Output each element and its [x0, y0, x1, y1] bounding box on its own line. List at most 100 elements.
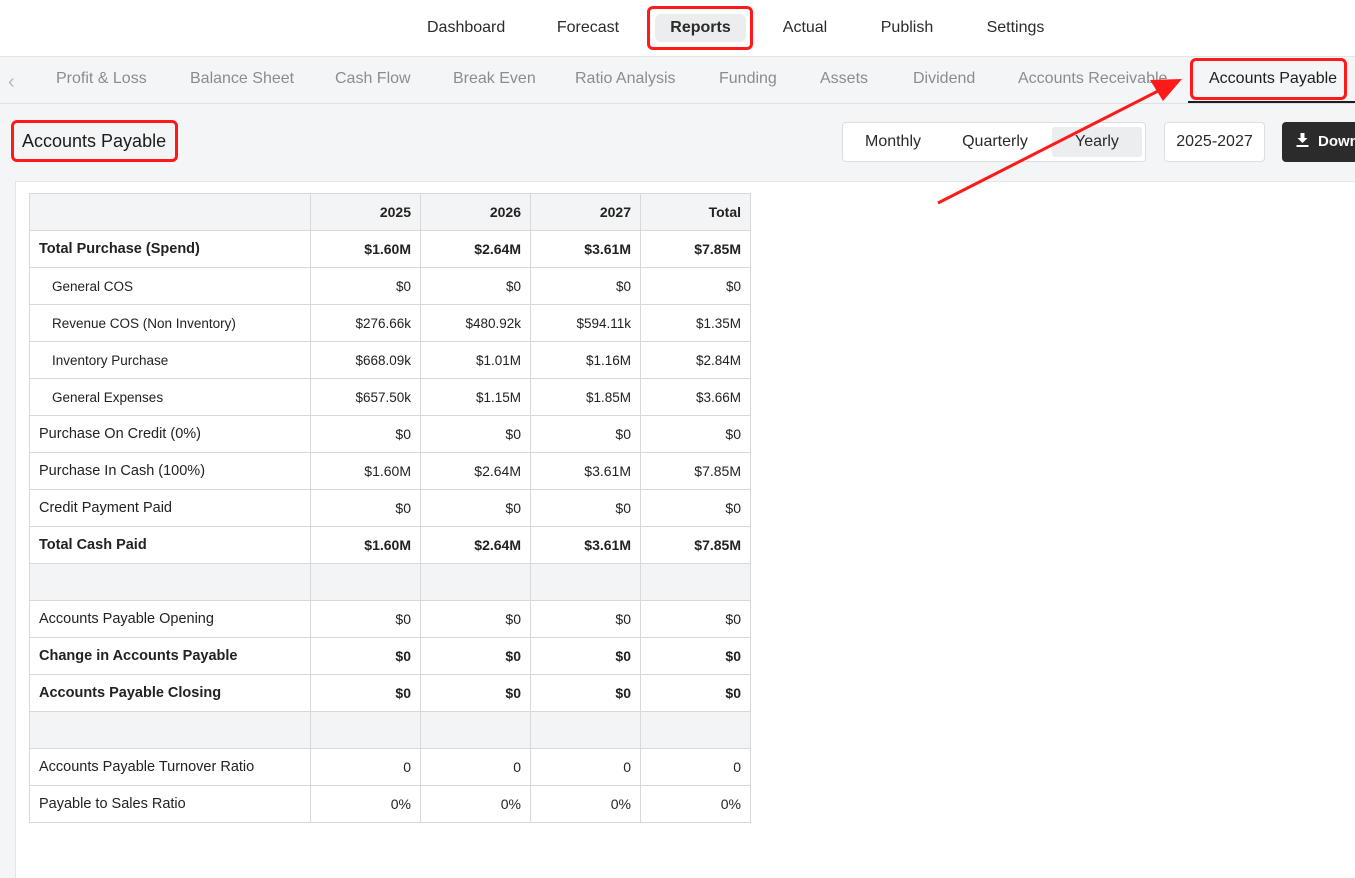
tab-ratio-analysis[interactable]: Ratio Analysis — [575, 70, 676, 88]
row-value: $657.50k — [310, 378, 421, 416]
row-label: General COS — [29, 267, 311, 305]
column-header: 2027 — [530, 193, 641, 231]
year-range-select[interactable]: 2025-2027 — [1164, 122, 1265, 162]
download-button[interactable]: Down — [1282, 122, 1355, 162]
nav-dashboard[interactable]: Dashboard — [427, 14, 505, 42]
row-label: Inventory Purchase — [29, 341, 311, 379]
period-toggle: Monthly Quarterly Yearly — [842, 122, 1146, 162]
chevron-left-icon[interactable]: ‹ — [8, 71, 15, 94]
row-value: $7.85M — [640, 526, 751, 564]
row-value: 0% — [310, 785, 421, 823]
row-value: $480.92k — [420, 304, 531, 342]
table-header-row: 2025 2026 2027 Total — [29, 193, 751, 231]
row-label — [29, 563, 311, 601]
row-label: Payable to Sales Ratio — [29, 785, 311, 823]
nav-publish[interactable]: Publish — [879, 14, 935, 42]
accounts-payable-table: 2025 2026 2027 Total Total Purchase (Spe… — [29, 193, 751, 823]
row-value: $0 — [640, 637, 751, 675]
table-row: Accounts Payable Opening $0 $0 $0 $0 — [29, 600, 751, 638]
row-value — [640, 711, 751, 749]
tab-funding[interactable]: Funding — [719, 70, 777, 88]
row-value — [530, 711, 641, 749]
row-value: $7.85M — [640, 230, 751, 268]
table-row: Credit Payment Paid $0 $0 $0 $0 — [29, 489, 751, 527]
row-value: $1.01M — [420, 341, 531, 379]
table-row: Purchase On Credit (0%) $0 $0 $0 $0 — [29, 415, 751, 453]
row-label: Credit Payment Paid — [29, 489, 311, 527]
row-value: 0% — [530, 785, 641, 823]
table-row — [29, 711, 751, 749]
row-label: Total Purchase (Spend) — [29, 230, 311, 268]
table-row: Purchase In Cash (100%) $1.60M $2.64M $3.61… — [29, 452, 751, 490]
row-value: $0 — [310, 600, 421, 638]
row-value: $2.64M — [420, 526, 531, 564]
table-row: Change in Accounts Payable $0 $0 $0 $0 — [29, 637, 751, 675]
row-value: 0 — [530, 748, 641, 786]
nav-settings[interactable]: Settings — [985, 14, 1046, 42]
tab-accounts-payable[interactable]: Accounts Payable — [1209, 70, 1337, 88]
period-monthly[interactable]: Monthly — [851, 127, 935, 157]
table-row: Inventory Purchase $668.09k $1.01M $1.16M $2… — [29, 341, 751, 379]
row-value: $0 — [640, 600, 751, 638]
download-label: Down — [1318, 133, 1355, 150]
row-value: $2.84M — [640, 341, 751, 379]
tab-break-even[interactable]: Break Even — [453, 70, 536, 88]
row-value: $0 — [640, 674, 751, 712]
active-tab-underline — [1188, 101, 1355, 103]
row-value: $2.64M — [420, 452, 531, 490]
row-value: $1.60M — [310, 526, 421, 564]
row-label: Accounts Payable Turnover Ratio — [29, 748, 311, 786]
row-label: Accounts Payable Opening — [29, 600, 311, 638]
row-value: $0 — [420, 600, 531, 638]
row-value: $0 — [530, 489, 641, 527]
nav-forecast[interactable]: Forecast — [556, 14, 620, 42]
row-value: $0 — [310, 637, 421, 675]
row-value — [420, 711, 531, 749]
row-value — [310, 711, 421, 749]
row-label: Change in Accounts Payable — [29, 637, 311, 675]
tab-balance-sheet[interactable]: Balance Sheet — [190, 70, 294, 88]
row-value: $0 — [310, 674, 421, 712]
row-label: Purchase On Credit (0%) — [29, 415, 311, 453]
report-tabs: ‹ Profit & Loss Balance Sheet Cash Flow … — [0, 57, 1355, 104]
tab-cash-flow[interactable]: Cash Flow — [335, 70, 411, 88]
tab-dividend[interactable]: Dividend — [913, 70, 975, 88]
row-value: $3.61M — [530, 230, 641, 268]
download-icon — [1296, 123, 1310, 162]
row-value: $0 — [640, 415, 751, 453]
row-value: $0 — [420, 415, 531, 453]
tab-accounts-receivable[interactable]: Accounts Receivable — [1018, 70, 1167, 88]
row-value: $0 — [310, 489, 421, 527]
table-row: General COS $0 $0 $0 $0 — [29, 267, 751, 305]
report-panel: 2025 2026 2027 Total Total Purchase (Spe… — [15, 181, 1355, 878]
row-value: 0% — [420, 785, 531, 823]
table-row: Payable to Sales Ratio 0% 0% 0% 0% — [29, 785, 751, 823]
row-value: $1.16M — [530, 341, 641, 379]
nav-actual[interactable]: Actual — [781, 14, 829, 42]
table-row: General Expenses $657.50k $1.15M $1.85M $3.6… — [29, 378, 751, 416]
tab-assets[interactable]: Assets — [820, 70, 868, 88]
row-value: $0 — [640, 267, 751, 305]
row-value: $0 — [530, 637, 641, 675]
row-value: $594.11k — [530, 304, 641, 342]
tab-profit-loss[interactable]: Profit & Loss — [56, 70, 147, 88]
row-value: 0 — [310, 748, 421, 786]
column-header: Total — [640, 193, 751, 231]
row-value: $2.64M — [420, 230, 531, 268]
row-value: $276.66k — [310, 304, 421, 342]
period-yearly[interactable]: Yearly — [1052, 127, 1142, 157]
top-nav: Dashboard Forecast Reports Actual Publis… — [0, 0, 1355, 57]
row-label: General Expenses — [29, 378, 311, 416]
nav-reports[interactable]: Reports — [655, 14, 746, 42]
row-value: $0 — [530, 415, 641, 453]
row-value: $0 — [530, 674, 641, 712]
table-row: Total Purchase (Spend) $1.60M $2.64M $3.61M… — [29, 230, 751, 268]
row-value: $0 — [310, 415, 421, 453]
column-header — [29, 193, 311, 231]
row-label — [29, 711, 311, 749]
row-value: $0 — [420, 489, 531, 527]
period-quarterly[interactable]: Quarterly — [953, 127, 1037, 157]
row-value — [530, 563, 641, 601]
column-header: 2025 — [310, 193, 421, 231]
row-value: $0 — [420, 637, 531, 675]
